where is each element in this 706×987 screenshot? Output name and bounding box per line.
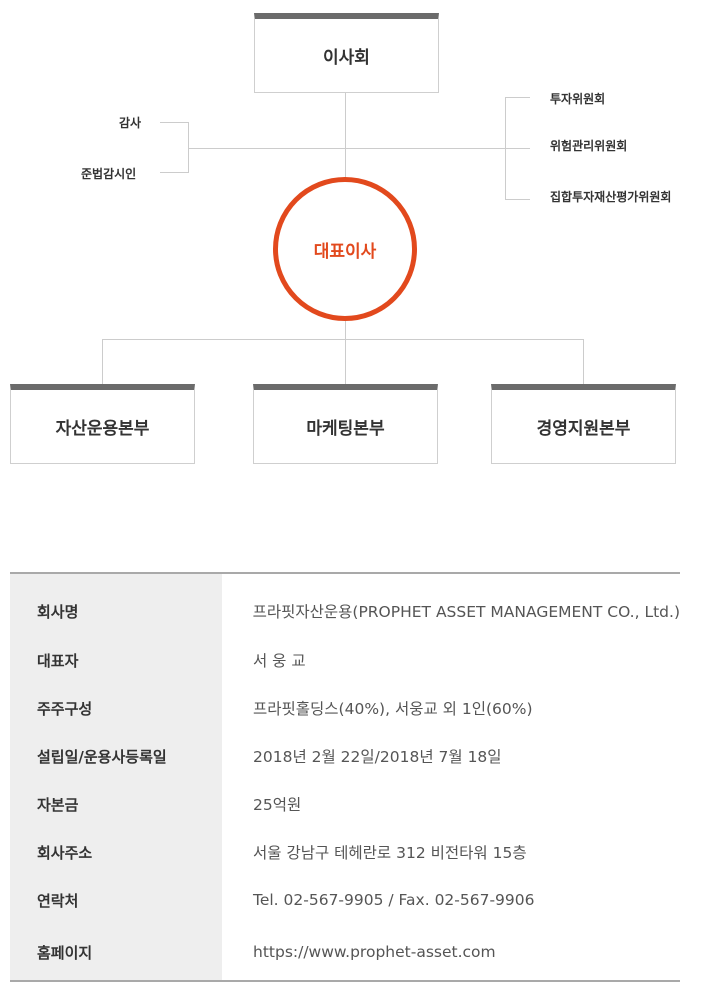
row-label: 설립일/운용사등록일 (10, 732, 222, 780)
table-row: 홈페이지 https://www.prophet-asset.com (10, 924, 680, 980)
connector-left-bracket-bottom (160, 172, 188, 173)
division-label: 마케팅본부 (306, 419, 385, 439)
row-label: 회사주소 (10, 828, 222, 876)
table-row: 설립일/운용사등록일 2018년 2월 22일/2018년 7월 18일 (10, 732, 680, 780)
table-row: 주주구성 프라핏홀딩스(40%), 서웅교 외 1인(60%) (10, 684, 680, 732)
connector-left-bracket-vertical (188, 122, 189, 173)
ceo-label: 대표이사 (313, 241, 377, 262)
row-value: 서 웅 교 (253, 652, 306, 670)
table-row: 회사주소 서울 강남구 테헤란로 312 비전타워 15층 (10, 828, 680, 876)
compliance-label: 준법감시인 (81, 167, 137, 181)
row-value: 2018년 2월 22일/2018년 7월 18일 (253, 748, 502, 766)
connector-division-left (102, 339, 103, 384)
company-info-table: 회사명 프라핏자산운용(PROPHET ASSET MANAGEMENT CO.… (10, 572, 680, 982)
row-label: 연락처 (10, 876, 222, 924)
board-box: 이사회 (254, 13, 439, 93)
committee-valuation-label: 집합투자재산평가위원회 (550, 190, 672, 204)
connector-right-bracket-bottom (505, 199, 530, 200)
homepage-link[interactable]: https://www.prophet-asset.com (222, 924, 680, 980)
division-label: 경영지원본부 (536, 419, 631, 439)
table-row: 자본금 25억원 (10, 780, 680, 828)
row-value: 25억원 (253, 796, 302, 814)
connector-left-bracket-top (160, 122, 188, 123)
row-value: 프라핏홀딩스(40%), 서웅교 외 1인(60%) (253, 700, 533, 718)
row-label: 자본금 (10, 780, 222, 828)
connector-horizontal-main (188, 148, 530, 149)
table-row: 대표자 서 웅 교 (10, 636, 680, 684)
row-label: 주주구성 (10, 684, 222, 732)
audit-label: 감사 (119, 116, 142, 130)
division-box-asset-management: 자산운용본부 (10, 384, 195, 464)
connector-board-ceo (345, 92, 346, 178)
connector-right-bracket-top (505, 97, 530, 98)
division-box-marketing: 마케팅본부 (253, 384, 438, 464)
division-box-management-support: 경영지원본부 (491, 384, 676, 464)
ceo-circle: 대표이사 (273, 177, 417, 321)
row-value: Tel. 02-567-9905 / Fax. 02-567-9906 (253, 891, 535, 909)
row-label: 회사명 (10, 574, 222, 636)
table-row: 회사명 프라핏자산운용(PROPHET ASSET MANAGEMENT CO.… (10, 574, 680, 636)
row-label: 홈페이지 (10, 924, 222, 980)
connector-divisions-horizontal (102, 339, 584, 340)
committee-risk-label: 위험관리위원회 (550, 139, 628, 153)
row-value: 서울 강남구 테헤란로 312 비전타워 15층 (253, 844, 527, 862)
row-label: 대표자 (10, 636, 222, 684)
division-label: 자산운용본부 (55, 419, 150, 439)
connector-division-right (583, 339, 584, 384)
committee-investment-label: 투자위원회 (550, 92, 606, 106)
table-row: 연락처 Tel. 02-567-9905 / Fax. 02-567-9906 (10, 876, 680, 924)
connector-ceo-down (345, 320, 346, 384)
connector-right-bracket-vertical (505, 97, 506, 200)
board-label: 이사회 (323, 48, 370, 68)
row-value: 프라핏자산운용(PROPHET ASSET MANAGEMENT CO., Lt… (252, 603, 680, 621)
